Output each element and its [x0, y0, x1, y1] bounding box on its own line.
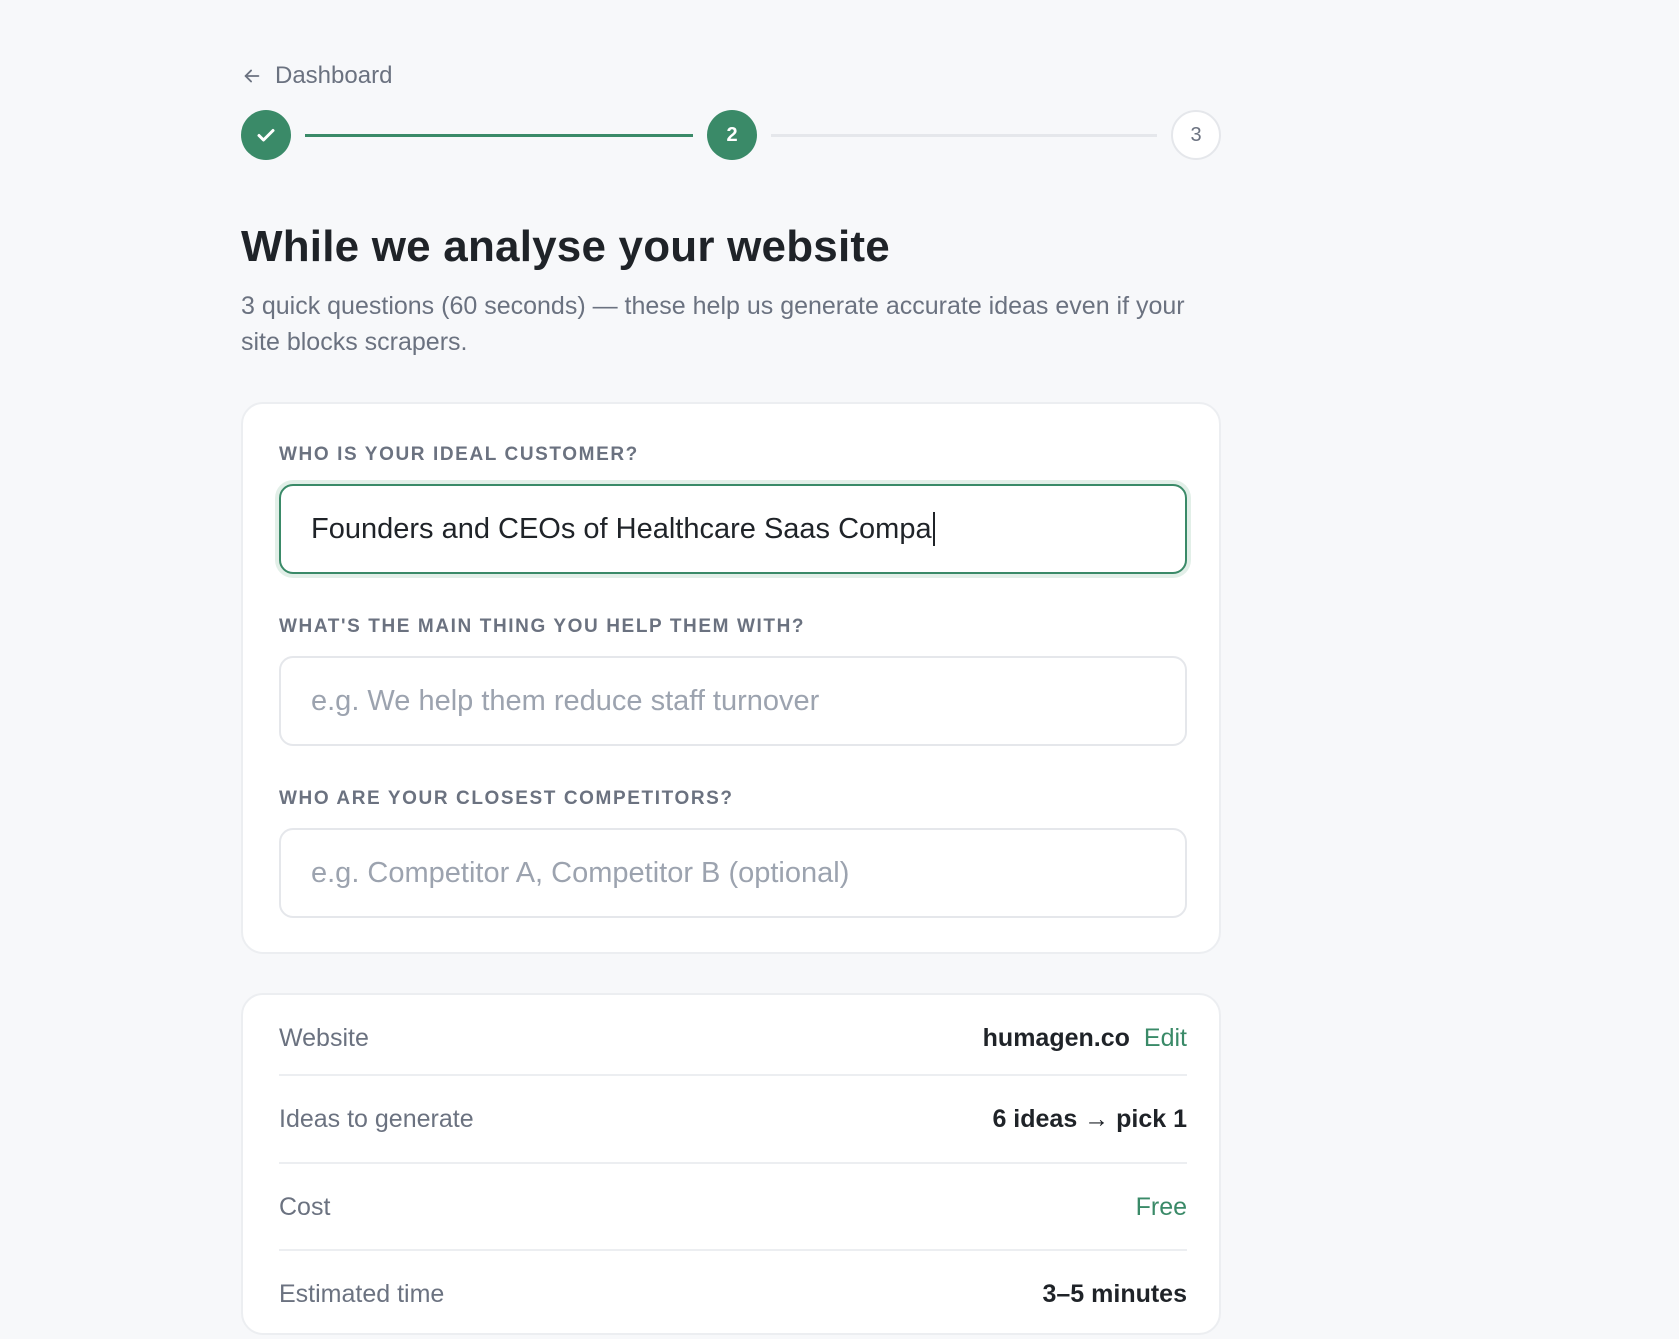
- edit-website-link[interactable]: Edit: [1144, 1024, 1187, 1053]
- back-to-dashboard-link[interactable]: Dashboard: [241, 62, 392, 90]
- ideas-label: Ideas to generate: [279, 1104, 474, 1133]
- text-caret: [932, 512, 935, 546]
- cost-value: Free: [1135, 1192, 1187, 1221]
- competitors-placeholder: e.g. Competitor A, Competitor B (optiona…: [311, 856, 850, 889]
- summary-row-time: Estimated time 3–5 minutes: [279, 1251, 1187, 1337]
- website-value: humagen.co: [982, 1023, 1130, 1052]
- ideal-customer-input[interactable]: Founders and CEOs of Healthcare Saas Com…: [279, 484, 1187, 574]
- time-value: 3–5 minutes: [1042, 1279, 1187, 1308]
- page-subtitle: 3 quick questions (60 seconds) — these h…: [241, 292, 1185, 356]
- ideal-customer-value: Founders and CEOs of Healthcare Saas Com…: [311, 512, 932, 545]
- progress-stepper: 2 3: [241, 110, 1221, 160]
- main-help-placeholder: e.g. We help them reduce staff turnover: [311, 684, 820, 717]
- arrow-left-icon: [244, 69, 260, 83]
- page-title: While we analyse your website: [241, 222, 890, 271]
- step-connector-completed: [305, 134, 693, 137]
- main-help-input[interactable]: e.g. We help them reduce staff turnover: [279, 656, 1187, 746]
- ideal-customer-label: WHO IS YOUR IDEAL CUSTOMER?: [279, 444, 639, 465]
- website-value-group: humagen.co Edit: [983, 1024, 1187, 1053]
- summary-row-cost: Cost Free: [279, 1164, 1187, 1250]
- summary-row-website: Website humagen.co Edit: [279, 995, 1187, 1081]
- competitors-label: WHO ARE YOUR CLOSEST COMPETITORS?: [279, 788, 734, 809]
- competitors-input[interactable]: e.g. Competitor A, Competitor B (optiona…: [279, 828, 1187, 918]
- step-1-completed: [241, 110, 291, 160]
- checkmark-icon: [257, 129, 275, 142]
- step-2-current: 2: [707, 110, 757, 160]
- ideas-value: 6 ideas → pick 1: [992, 1104, 1187, 1133]
- summary-row-ideas: Ideas to generate 6 ideas → pick 1: [279, 1076, 1187, 1162]
- cost-label: Cost: [279, 1192, 331, 1221]
- step-connector-upcoming: [771, 134, 1157, 137]
- time-label: Estimated time: [279, 1279, 445, 1308]
- questions-card: WHO IS YOUR IDEAL CUSTOMER? Founders and…: [241, 402, 1221, 954]
- main-help-label: WHAT'S THE MAIN THING YOU HELP THEM WITH…: [279, 616, 806, 637]
- back-link-label: Dashboard: [275, 62, 393, 89]
- page: Dashboard 2 3 While we analyse your webs…: [0, 0, 1679, 1339]
- step-3-upcoming: 3: [1171, 110, 1221, 160]
- website-label: Website: [279, 1023, 369, 1052]
- summary-card: Website humagen.co Edit Ideas to generat…: [241, 993, 1221, 1335]
